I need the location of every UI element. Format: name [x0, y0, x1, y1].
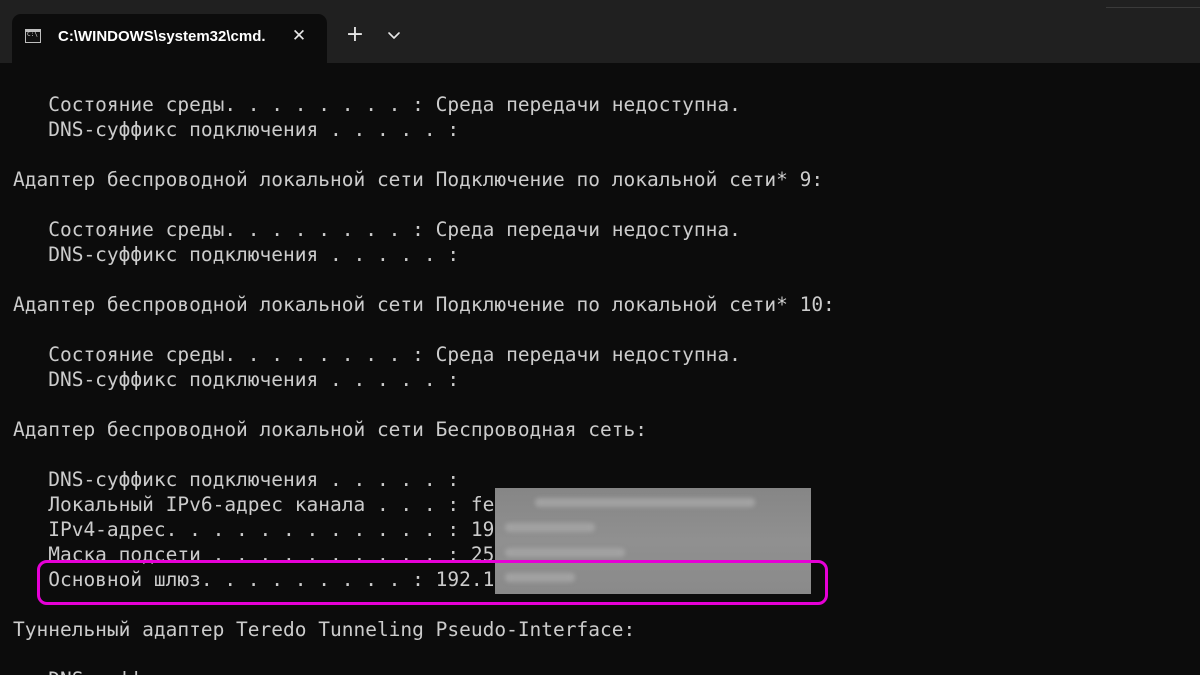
close-icon[interactable]: ✕ — [288, 24, 310, 48]
console-line: Локальный IPv6-адрес канала . . . : fe — [13, 493, 495, 516]
console-line: DNS-суффикс подключения . . . . . : — [13, 243, 460, 266]
console-line: DNS-суффикс подключения . . . . . : — [13, 468, 460, 491]
blurred-text — [535, 498, 755, 507]
chevron-down-icon[interactable] — [383, 23, 405, 47]
cmd-icon: C:\ — [25, 29, 41, 43]
titlebar-divider — [1106, 0, 1200, 8]
console-line: Туннельный адаптер Teredo Tunneling Pseu… — [13, 618, 636, 641]
console-line: IPv4-адрес. . . . . . . . . . . . : 19 — [13, 518, 495, 541]
blurred-text — [505, 523, 595, 532]
terminal-window: C:\ C:\WINDOWS\system32\cmd. ✕ + Состоян… — [0, 0, 1200, 675]
cmd-icon-text: C:\ — [27, 31, 38, 38]
title-bar: C:\ C:\WINDOWS\system32\cmd. ✕ + — [0, 0, 1200, 63]
console-line: Состояние среды. . . . . . . . : Среда п… — [13, 93, 741, 116]
console-line: Адаптер беспроводной локальной сети Подк… — [13, 168, 824, 191]
console-line: Адаптер беспроводной локальной сети Бесп… — [13, 418, 647, 441]
blurred-text — [505, 548, 625, 557]
console-line: DNS-суффикс подключения . . . . . : — [13, 118, 460, 141]
console-line: Состояние среды. . . . . . . . : Среда п… — [13, 343, 741, 366]
tab-title: C:\WINDOWS\system32\cmd. — [58, 28, 266, 45]
gateway-highlight-box — [37, 560, 828, 605]
plus-icon[interactable]: + — [343, 22, 367, 48]
console-line: Адаптер беспроводной локальной сети Подк… — [13, 293, 835, 316]
console-line: DNS-суффикс подключения . . . . . : — [13, 667, 459, 675]
tab-cmd[interactable]: C:\ C:\WINDOWS\system32\cmd. ✕ — [12, 14, 327, 63]
console-line: Состояние среды. . . . . . . . : Среда п… — [13, 218, 741, 241]
console-line: DNS-суффикс подключения . . . . . : — [13, 368, 460, 391]
